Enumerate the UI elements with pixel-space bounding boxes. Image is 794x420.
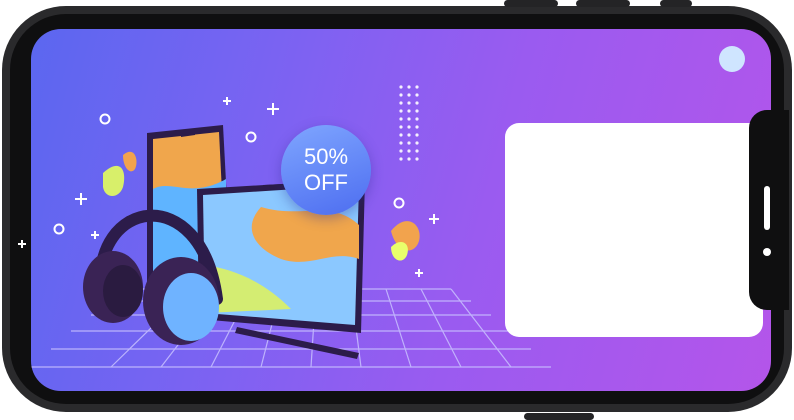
notch-details: [18, 186, 771, 256]
